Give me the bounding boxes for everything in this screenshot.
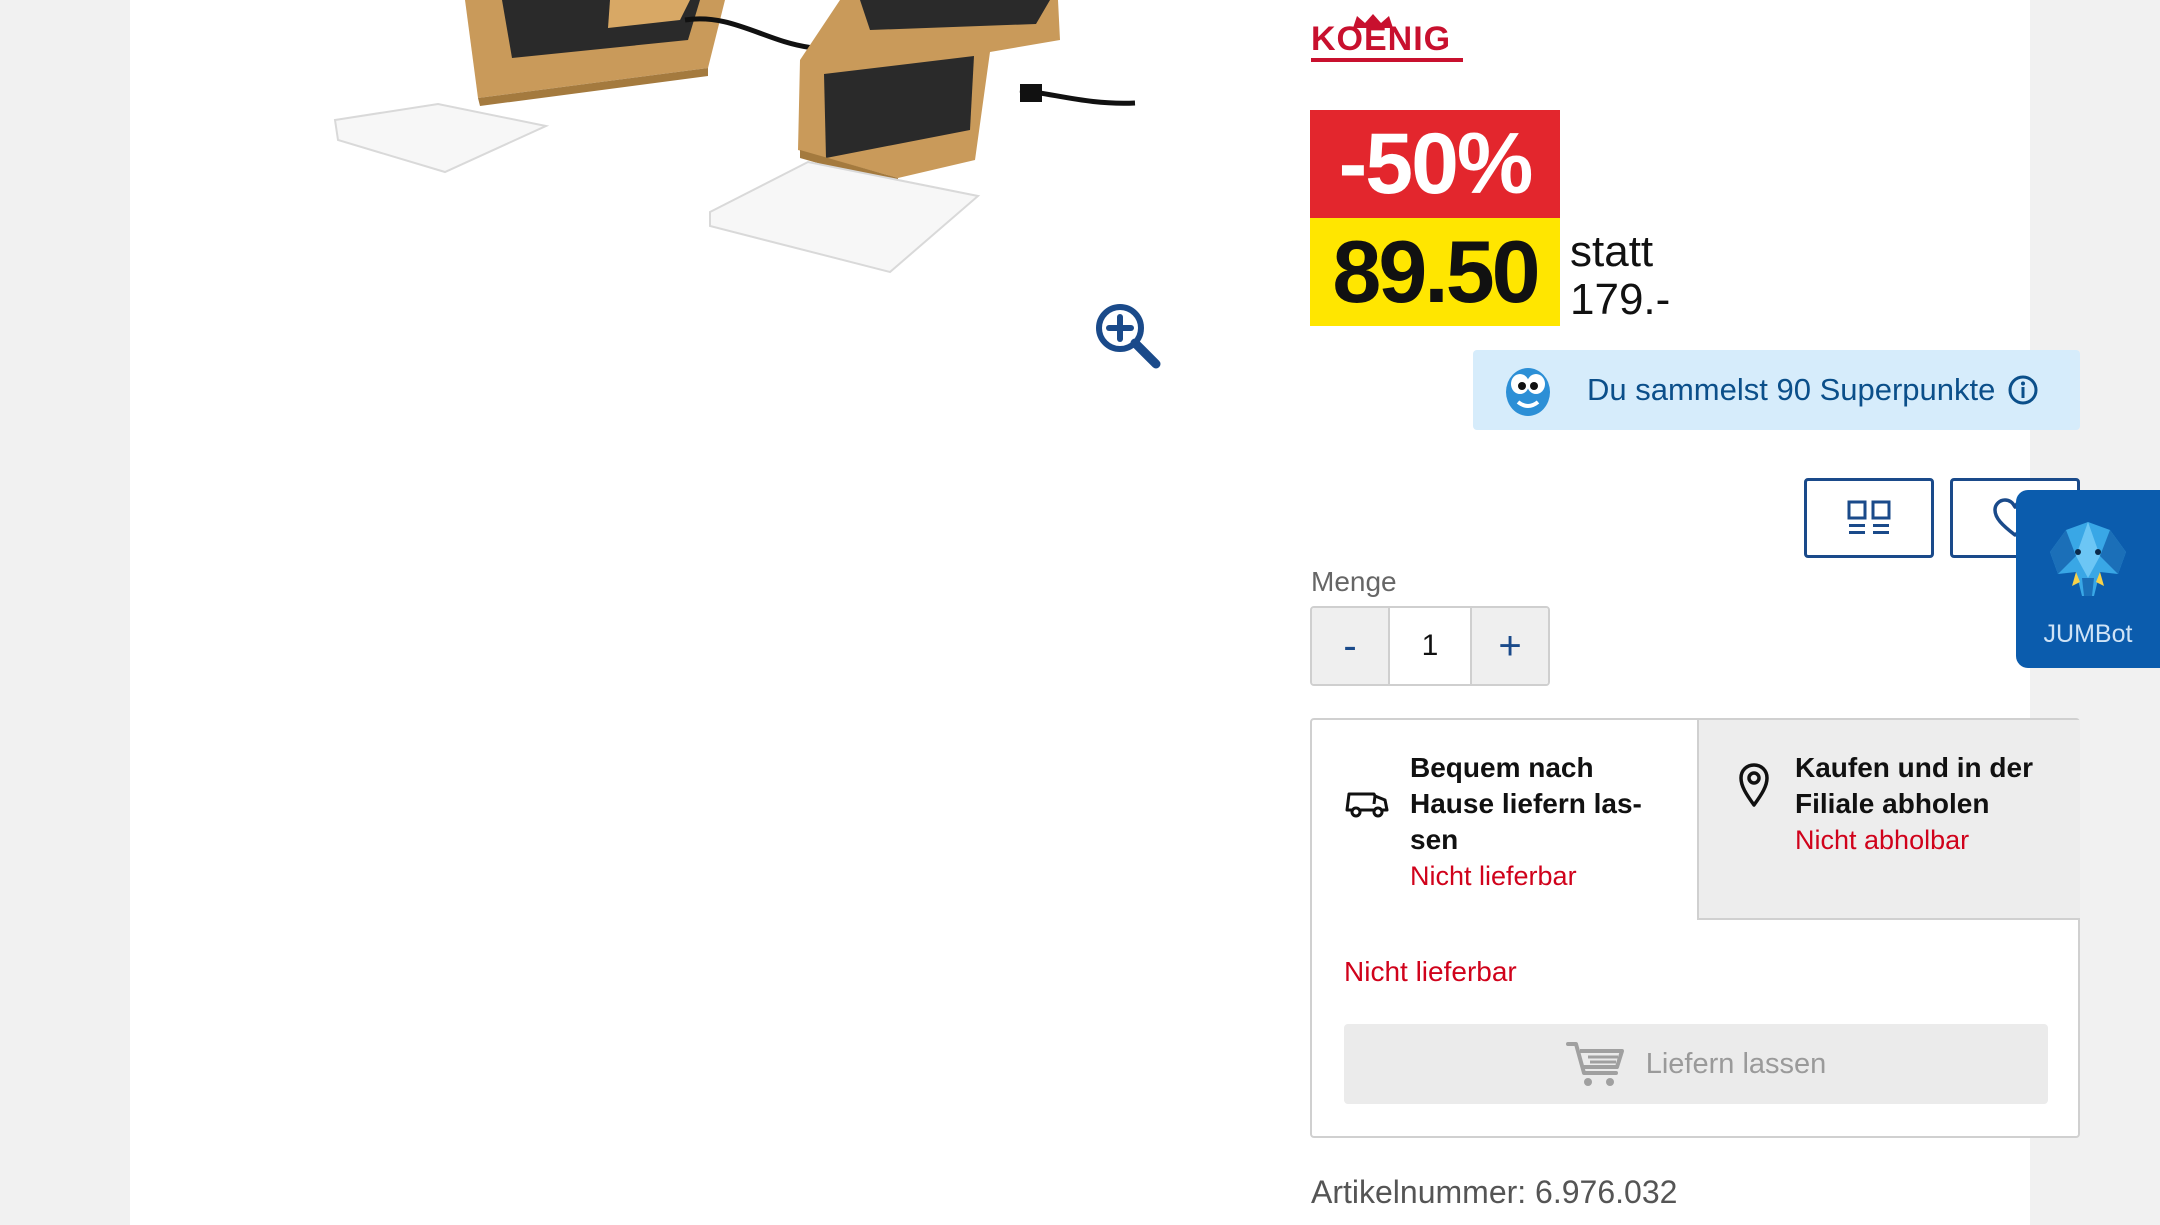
raclette-unit-right bbox=[798, 0, 1136, 186]
jumbot-label: JUMBot bbox=[2043, 620, 2133, 648]
home-delivery-title-line-3: sen bbox=[1410, 824, 1459, 855]
quantity-input[interactable] bbox=[1390, 608, 1470, 684]
article-number: Artikelnummer: 6.976.032 bbox=[1311, 1174, 1678, 1210]
brand-logo[interactable]: KOENIG bbox=[1311, 12, 1465, 62]
add-to-cart-label: Liefern lassen bbox=[1645, 1047, 1827, 1080]
old-price-value: 179.- bbox=[1570, 275, 1671, 324]
zoom-button[interactable] bbox=[1092, 300, 1162, 370]
mascot-icon bbox=[1506, 368, 1550, 416]
cart-icon bbox=[1565, 1042, 1624, 1086]
zoom-in-icon bbox=[1096, 304, 1161, 369]
store-pickup-option[interactable]: Kaufen und in der Filiale abholen Nicht … bbox=[1697, 720, 2080, 920]
add-to-cart-button[interactable]: Liefern lassen bbox=[1344, 1024, 2048, 1104]
quantity-increase-button[interactable]: + bbox=[1470, 608, 1548, 684]
availability-status: Nicht lieferbar bbox=[1344, 956, 1517, 987]
product-page: KOENIG -50% 89.50 statt 179.- Du sammels… bbox=[130, 0, 2080, 1225]
delivery-van-icon bbox=[1345, 792, 1389, 818]
home-delivery-status: Nicht lieferbar bbox=[1410, 861, 1577, 891]
current-price: 89.50 bbox=[1310, 218, 1560, 326]
location-pin-icon bbox=[1739, 763, 1769, 807]
home-delivery-option[interactable]: Bequem nach Hause liefern las- sen Nicht… bbox=[1312, 720, 1697, 920]
quantity-stepper: - + bbox=[1310, 606, 1550, 686]
compare-icon bbox=[1847, 500, 1891, 534]
superpunkte-banner[interactable]: Du sammelst 90 Superpunkte bbox=[1473, 350, 2080, 430]
quantity-label: Menge bbox=[1311, 566, 1397, 597]
discount-badge: -50% bbox=[1310, 110, 1560, 218]
brand-underline bbox=[1311, 58, 1463, 62]
home-delivery-title-line-1: Bequem nach bbox=[1410, 752, 1594, 783]
quantity-decrease-button[interactable]: - bbox=[1312, 608, 1390, 684]
store-pickup-title-line-1: Kaufen und in der bbox=[1795, 752, 2033, 783]
home-delivery-title-line-2: Hause liefern las- bbox=[1410, 788, 1642, 819]
jumbot-button[interactable]: JUMBot bbox=[2016, 490, 2160, 668]
superpunkte-text: Du sammelst 90 Superpunkte bbox=[1587, 372, 1996, 407]
compare-button[interactable] bbox=[1804, 478, 1934, 558]
old-price: statt 179.- bbox=[1570, 228, 1670, 324]
store-pickup-status: Nicht abholbar bbox=[1795, 825, 1970, 855]
store-pickup-text: Kaufen und in der Filiale abholen Nicht … bbox=[1795, 750, 2065, 858]
store-pickup-title-line-2: Filiale abholen bbox=[1795, 788, 1990, 819]
product-image bbox=[333, 0, 1136, 274]
old-price-prefix: statt bbox=[1570, 227, 1654, 276]
jumbot-elephant-icon bbox=[2050, 522, 2126, 596]
delivery-options-box: Bequem nach Hause liefern las- sen Nicht… bbox=[1310, 718, 2080, 1138]
info-icon[interactable] bbox=[2007, 374, 2039, 406]
home-delivery-text: Bequem nach Hause liefern las- sen Nicht… bbox=[1410, 750, 1680, 894]
brand-name: KOENIG bbox=[1311, 20, 1452, 58]
